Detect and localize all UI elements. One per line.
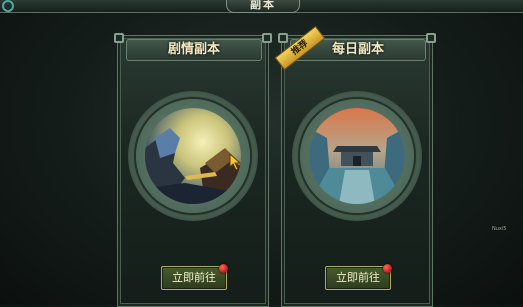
cursor-icon xyxy=(229,153,242,171)
corner-ornament-icon xyxy=(426,33,436,43)
top-bar: 副本 xyxy=(0,0,523,13)
corner-ornament-icon xyxy=(114,33,124,43)
swirl-ornament-icon xyxy=(2,0,14,12)
corner-ornament-icon xyxy=(262,33,272,43)
daily-dungeon-artwork xyxy=(309,108,405,204)
story-dungeon-go-button[interactable]: 立即前往 xyxy=(161,266,227,290)
notification-dot-icon xyxy=(219,264,228,273)
daily-dungeon-go-button[interactable]: 立即前往 xyxy=(325,266,391,290)
side-label: Nuxi5 xyxy=(492,226,507,232)
corner-ornament-icon xyxy=(278,33,288,43)
page-title: 副本 xyxy=(226,0,300,13)
story-dungeon-artwork xyxy=(145,108,241,204)
story-dungeon-card[interactable]: 剧情副本 立即前往 xyxy=(114,33,272,307)
notification-dot-icon xyxy=(383,264,392,273)
daily-dungeon-medallion[interactable] xyxy=(292,91,422,221)
story-dungeon-title: 剧情副本 xyxy=(126,39,262,61)
daily-dungeon-card[interactable]: 每日副本 推荐 立即前往 xyxy=(274,25,436,307)
